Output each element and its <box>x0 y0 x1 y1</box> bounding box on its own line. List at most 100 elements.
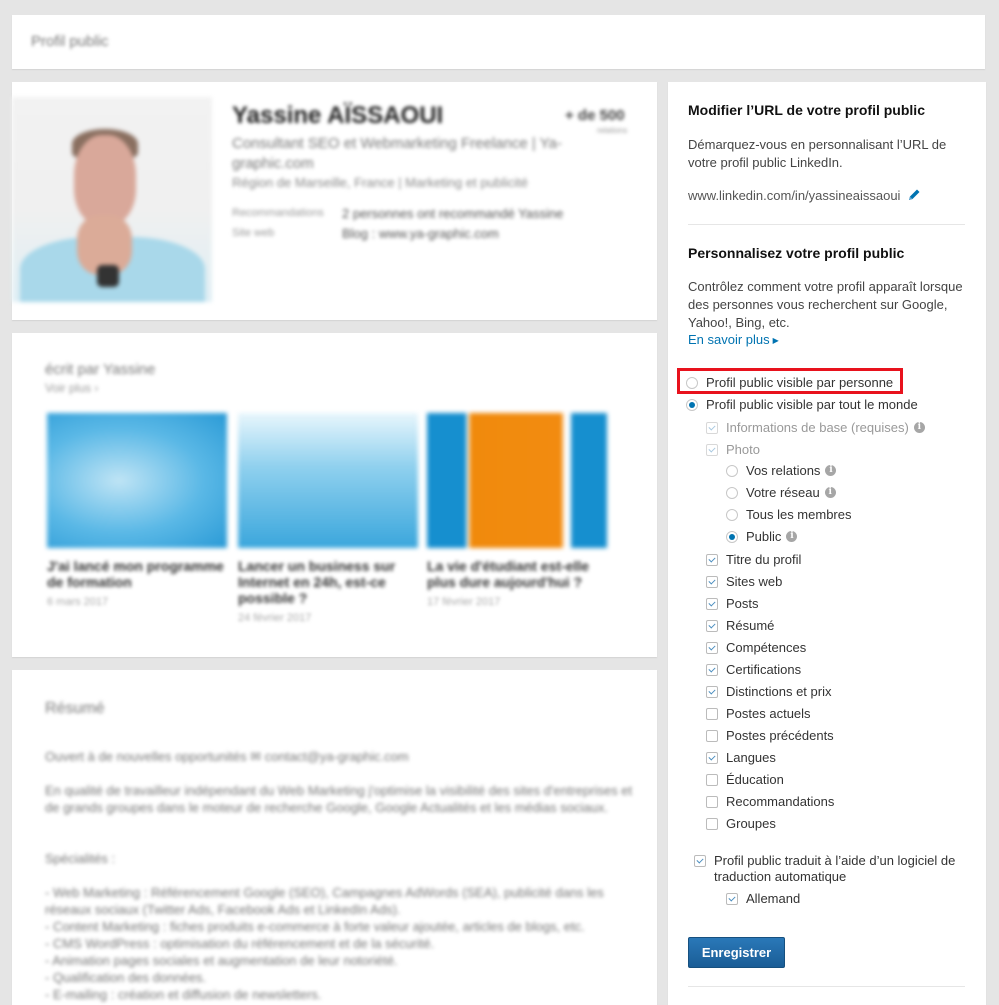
radio-button[interactable] <box>686 398 698 411</box>
checkbox[interactable] <box>706 553 718 566</box>
url-section-title: Modifier l’URL de votre profil public <box>688 102 925 118</box>
checkbox[interactable] <box>706 817 718 830</box>
option-label: Public <box>746 529 782 544</box>
meta-label: Recommandations <box>232 207 324 219</box>
info-icon[interactable]: i <box>824 487 836 498</box>
translation-language-german[interactable]: Allemand <box>726 891 800 906</box>
post-thumbnail <box>47 413 227 548</box>
caret-right-icon: ▶ <box>772 336 779 345</box>
checkbox[interactable] <box>694 855 706 867</box>
option-label: Éducation <box>726 772 784 787</box>
radio-button[interactable] <box>726 530 738 543</box>
checkbox[interactable] <box>706 663 718 676</box>
post-item[interactable]: J'ai lancé mon programme de formation 6 … <box>47 413 227 608</box>
connections-count: + de 500 <box>565 107 625 124</box>
public-url-text: www.linkedin.com/in/yassineaissaoui <box>688 187 901 203</box>
checkbox[interactable] <box>706 641 718 654</box>
post-item[interactable]: La vie d'étudiant est-elle plus dure auj… <box>427 413 607 608</box>
option-label: Informations de base (requises) <box>726 420 909 435</box>
section-checkbox-groups[interactable]: Groupes <box>706 816 776 831</box>
section-checkbox-past-positions[interactable]: Postes précédents <box>706 728 834 743</box>
option-label: Photo <box>726 442 760 457</box>
radio-button[interactable] <box>726 486 738 499</box>
section-checkbox-languages[interactable]: Langues <box>706 750 776 765</box>
post-thumbnail <box>427 413 607 548</box>
option-label: Profil public traduit à l’aide d’un logi… <box>714 853 956 884</box>
section-checkbox-certifications[interactable]: Certifications <box>706 662 801 677</box>
checkbox <box>706 443 718 456</box>
learn-more-link[interactable]: En savoir plus ▶ <box>688 332 779 347</box>
radio-button[interactable] <box>726 508 738 521</box>
post-title: Lancer un business sur Internet en 24h, … <box>238 558 396 606</box>
option-label: Postes précédents <box>726 728 834 743</box>
checkbox[interactable] <box>706 707 718 720</box>
option-label: Postes actuels <box>726 706 811 721</box>
profile-photo <box>12 97 212 302</box>
photo-option-all-members[interactable]: Tous les membres <box>726 507 851 522</box>
translation-checkbox-row[interactable]: Profil public traduit à l’aide d’un logi… <box>694 853 974 885</box>
section-checkbox-websites[interactable]: Sites web <box>706 574 782 589</box>
option-label: Groupes <box>726 816 776 831</box>
section-checkbox-education[interactable]: Éducation <box>706 772 784 787</box>
radio-button[interactable] <box>726 464 738 477</box>
checkbox[interactable] <box>726 892 738 905</box>
checkbox <box>706 421 718 434</box>
post-date: 6 mars 2017 <box>47 596 109 608</box>
checkbox[interactable] <box>706 729 718 742</box>
option-label: Recommandations <box>726 794 835 809</box>
photo-option-network[interactable]: Votre réseau i <box>726 485 836 500</box>
checkbox[interactable] <box>706 795 718 808</box>
checkbox[interactable] <box>706 597 718 610</box>
pencil-icon[interactable] <box>906 187 922 203</box>
option-label: Résumé <box>726 618 775 633</box>
info-icon[interactable]: i <box>913 422 925 433</box>
option-label: Langues <box>726 750 776 765</box>
option-label: Profil public visible par tout le monde <box>706 397 918 412</box>
highlight-annotation-box <box>677 368 903 394</box>
option-label: Allemand <box>746 891 801 906</box>
divider <box>688 986 965 987</box>
option-label: Titre du profil <box>726 552 802 567</box>
checkbox[interactable] <box>706 773 718 786</box>
basic-info-checkbox-row: Informations de base (requises) i <box>706 420 925 435</box>
photo-option-public[interactable]: Public i <box>726 529 798 544</box>
visibility-option-everyone[interactable]: Profil public visible par tout le monde <box>686 397 918 412</box>
section-checkbox-current-positions[interactable]: Postes actuels <box>706 706 811 721</box>
option-label: Posts <box>726 596 759 611</box>
url-section-description: Démarquez-vous en personnalisant l’URL d… <box>688 137 947 170</box>
posts-heading: écrit par Yassine <box>45 361 156 378</box>
checkbox[interactable] <box>706 619 718 632</box>
divider <box>688 224 965 225</box>
post-item[interactable]: Lancer un business sur Internet en 24h, … <box>238 413 418 624</box>
see-more-link[interactable]: Voir plus › <box>45 381 98 395</box>
learn-more-label: En savoir plus <box>688 332 770 347</box>
page-header: Profil public <box>12 15 985 69</box>
option-label: Certifications <box>726 662 802 677</box>
checkbox[interactable] <box>706 575 718 588</box>
info-icon[interactable]: i <box>786 531 798 542</box>
checkbox[interactable] <box>706 685 718 698</box>
section-checkbox-recommendations[interactable]: Recommandations <box>706 794 834 809</box>
section-checkbox-headline[interactable]: Titre du profil <box>706 552 801 567</box>
post-thumbnail <box>238 413 418 548</box>
post-date: 24 février 2017 <box>238 612 312 624</box>
checkbox[interactable] <box>706 751 718 764</box>
summary-heading: Résumé <box>45 700 105 717</box>
section-checkbox-posts[interactable]: Posts <box>706 596 759 611</box>
photo-option-connections[interactable]: Vos relations i <box>726 463 837 478</box>
public-url: www.linkedin.com/in/yassineaissaoui <box>688 187 922 203</box>
save-button[interactable]: Enregistrer <box>688 937 785 968</box>
summary-card: Résumé Ouvert à de nouvelles opportunité… <box>12 670 657 1005</box>
section-checkbox-summary[interactable]: Résumé <box>706 618 774 633</box>
meta-label: Site web <box>232 227 275 239</box>
post-date: 17 février 2017 <box>427 596 501 608</box>
customize-section-title: Personnalisez votre profil public <box>688 245 905 261</box>
info-icon[interactable]: i <box>825 465 837 476</box>
summary-paragraph: - Web Marketing : Référencement Google (… <box>45 885 604 1002</box>
page-title: Profil public <box>31 33 109 50</box>
meta-value: Blog : www.ya-graphic.com <box>342 226 499 241</box>
section-checkbox-honors[interactable]: Distinctions et prix <box>706 684 831 699</box>
photo-checkbox-row: Photo <box>706 442 760 457</box>
section-checkbox-skills[interactable]: Compétences <box>706 640 806 655</box>
meta-value: 2 personnes ont recommandé Yassine <box>342 206 564 221</box>
